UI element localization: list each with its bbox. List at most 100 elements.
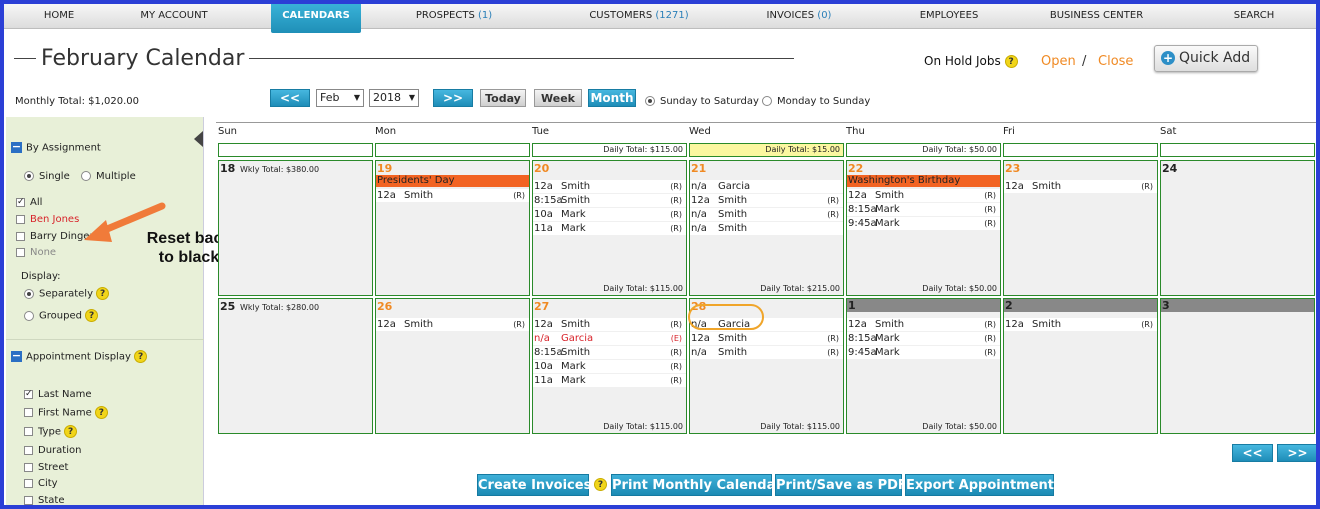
help-icon[interactable]: ? xyxy=(64,425,78,438)
day-number[interactable]: 26 xyxy=(377,300,392,313)
appointment-entry[interactable]: 12a Smith (R) xyxy=(1004,180,1157,193)
export-appointments-button[interactable]: Export Appointments xyxy=(905,474,1062,496)
nav-customers[interactable]: CUSTOMERS (1271) xyxy=(564,4,714,29)
day-number[interactable]: 24 xyxy=(1162,162,1177,175)
appointment-entry[interactable]: 8:15a Mark (R) xyxy=(847,203,1000,216)
day-number[interactable]: 1 xyxy=(847,299,856,312)
appointment-entry[interactable]: 9:45a Mark (R) xyxy=(847,346,1000,359)
calendar-day-cell[interactable]: 24 xyxy=(1160,160,1315,296)
appointment-entry[interactable]: 11a Mark (R) xyxy=(533,374,686,387)
calendar-day-cell[interactable]: 2 12a Smith (R) xyxy=(1003,298,1158,434)
checkbox[interactable] xyxy=(24,427,33,436)
nav-home[interactable]: HOME xyxy=(14,4,104,29)
print-monthly-calendar-button[interactable]: Print Monthly Calendar xyxy=(611,474,782,496)
checkbox-checked[interactable]: ✓ xyxy=(16,197,25,207)
appointment-entry[interactable]: 10a Mark (R) xyxy=(533,208,686,221)
quick-add-button[interactable]: + Quick Add xyxy=(1154,45,1258,72)
week-view-button[interactable]: Week xyxy=(534,89,582,107)
assign-multiple-radio[interactable]: Multiple xyxy=(81,171,136,182)
calendar-day-cell[interactable]: 26 12a Smith (R) xyxy=(375,298,530,434)
appointment-entry[interactable]: 12a Smith (R) xyxy=(376,318,529,331)
bottom-next-button[interactable]: >> xyxy=(1277,444,1316,462)
day-number[interactable]: 2 xyxy=(1004,299,1013,312)
collapse-icon[interactable]: − xyxy=(11,350,22,362)
week-start-monday[interactable]: Monday to Sunday xyxy=(762,96,870,107)
appointment-display-heading[interactable]: − Appointment Display ? xyxy=(11,350,148,363)
next-month-button[interactable]: >> xyxy=(433,89,473,107)
create-invoices-button[interactable]: Create Invoices xyxy=(477,474,591,496)
appointment-entry[interactable]: 12a Smith (R) xyxy=(376,189,529,202)
appointment-entry[interactable]: n/a Garcia (E) xyxy=(533,332,686,345)
day-number[interactable]: 23 xyxy=(1005,162,1020,175)
display-separately-radio[interactable]: Separately ? xyxy=(24,287,110,300)
appointment-entry[interactable]: 8:15a Smith (R) xyxy=(533,194,686,207)
on-hold-close-link[interactable]: Close xyxy=(1098,54,1133,69)
calendar-day-cell[interactable]: 19 Presidents' Day 12a Smith (R) xyxy=(375,160,530,296)
nav-invoices[interactable]: INVOICES (0) xyxy=(744,4,854,29)
field-last-name[interactable]: ✓ Last Name xyxy=(24,389,92,400)
assignee-all[interactable]: ✓ All xyxy=(16,197,42,208)
today-button[interactable]: Today xyxy=(480,89,526,107)
week-start-sunday[interactable]: Sunday to Saturday xyxy=(645,96,759,107)
field-state[interactable]: State xyxy=(24,495,64,505)
on-hold-open-link[interactable]: Open xyxy=(1041,54,1076,69)
checkbox[interactable] xyxy=(24,495,33,505)
appointment-entry[interactable]: n/a Smith xyxy=(690,222,843,235)
appointment-entry[interactable]: 12a Smith (R) xyxy=(847,318,1000,331)
checkbox[interactable] xyxy=(24,478,33,488)
calendar-day-cell[interactable]: 27 12a Smith (R) n/a Garcia (E) 8:15a Smith (R) 10… xyxy=(532,298,687,434)
checkbox[interactable] xyxy=(16,214,25,224)
checkbox[interactable] xyxy=(24,408,33,417)
appointment-entry[interactable]: 12a Smith (R) xyxy=(533,180,686,193)
calendar-day-cell[interactable]: 3 xyxy=(1160,298,1315,434)
print-save-pdf-button[interactable]: Print/Save as PDF xyxy=(775,474,907,496)
month-select[interactable]: Feb ▼ xyxy=(316,89,364,107)
help-icon[interactable]: ? xyxy=(94,406,108,419)
checkbox[interactable] xyxy=(24,445,33,455)
calendar-day-cell[interactable]: 25 Wkly Total: $280.00 xyxy=(218,298,373,434)
nav-prospects[interactable]: PROSPECTS (1) xyxy=(394,4,514,29)
calendar-day-cell[interactable]: 1 12a Smith (R) 8:15a Mark (R) 9:45a Mark (R) Dail… xyxy=(846,298,1001,434)
appointment-entry[interactable]: 8:15a Smith (R) xyxy=(533,346,686,359)
nav-calendars[interactable]: CALENDARS xyxy=(271,4,361,33)
field-first-name[interactable]: First Name ? xyxy=(24,406,108,419)
calendar-day-cell[interactable]: 18 Wkly Total: $380.00 xyxy=(218,160,373,296)
field-duration[interactable]: Duration xyxy=(24,445,81,456)
bottom-prev-button[interactable]: << xyxy=(1232,444,1273,462)
radio-unselected[interactable] xyxy=(762,96,772,106)
checkbox-checked[interactable]: ✓ xyxy=(24,389,33,399)
radio-selected[interactable] xyxy=(645,96,655,106)
checkbox[interactable] xyxy=(16,247,25,257)
help-icon[interactable]: ? xyxy=(1004,55,1018,68)
prev-month-button[interactable]: << xyxy=(270,89,310,107)
field-street[interactable]: Street xyxy=(24,462,68,473)
field-city[interactable]: City xyxy=(24,478,58,489)
help-icon[interactable]: ? xyxy=(85,309,99,322)
assignee-none[interactable]: None xyxy=(16,247,56,258)
day-number[interactable]: 18 xyxy=(220,162,235,175)
assignee-ben-jones[interactable]: Ben Jones xyxy=(16,214,79,225)
appointment-entry[interactable]: n/a Smith (R) xyxy=(690,208,843,221)
collapse-icon[interactable]: − xyxy=(11,141,22,153)
day-number[interactable]: 22 xyxy=(848,162,863,175)
help-icon[interactable]: ? xyxy=(96,287,110,300)
appointment-entry[interactable]: 12a Smith (R) xyxy=(690,194,843,207)
month-view-button[interactable]: Month xyxy=(588,89,636,107)
help-icon[interactable]: ? xyxy=(134,350,148,363)
year-select[interactable]: 2018 ▼ xyxy=(369,89,419,107)
appointment-entry[interactable]: 12a Smith (R) xyxy=(533,318,686,331)
nav-employees[interactable]: EMPLOYEES xyxy=(894,4,1004,29)
calendar-day-cell[interactable]: 22 Washington's Birthday 12a Smith (R) 8:15a M… xyxy=(846,160,1001,296)
collapse-sidebar-icon[interactable] xyxy=(194,131,203,147)
day-number[interactable]: 21 xyxy=(691,162,706,175)
day-number[interactable]: 20 xyxy=(534,162,549,175)
day-number[interactable]: 25 xyxy=(220,300,235,313)
appointment-entry[interactable]: 10a Mark (R) xyxy=(533,360,686,373)
checkbox[interactable] xyxy=(24,462,33,472)
appointment-entry[interactable]: n/a Garcia xyxy=(690,180,843,193)
checkbox[interactable] xyxy=(16,231,25,241)
help-icon[interactable]: ? xyxy=(594,478,607,491)
field-type[interactable]: Type ? xyxy=(24,425,78,438)
nav-business-center[interactable]: BUSINESS CENTER xyxy=(1034,4,1159,29)
appointment-entry[interactable]: 11a Mark (R) xyxy=(533,222,686,235)
